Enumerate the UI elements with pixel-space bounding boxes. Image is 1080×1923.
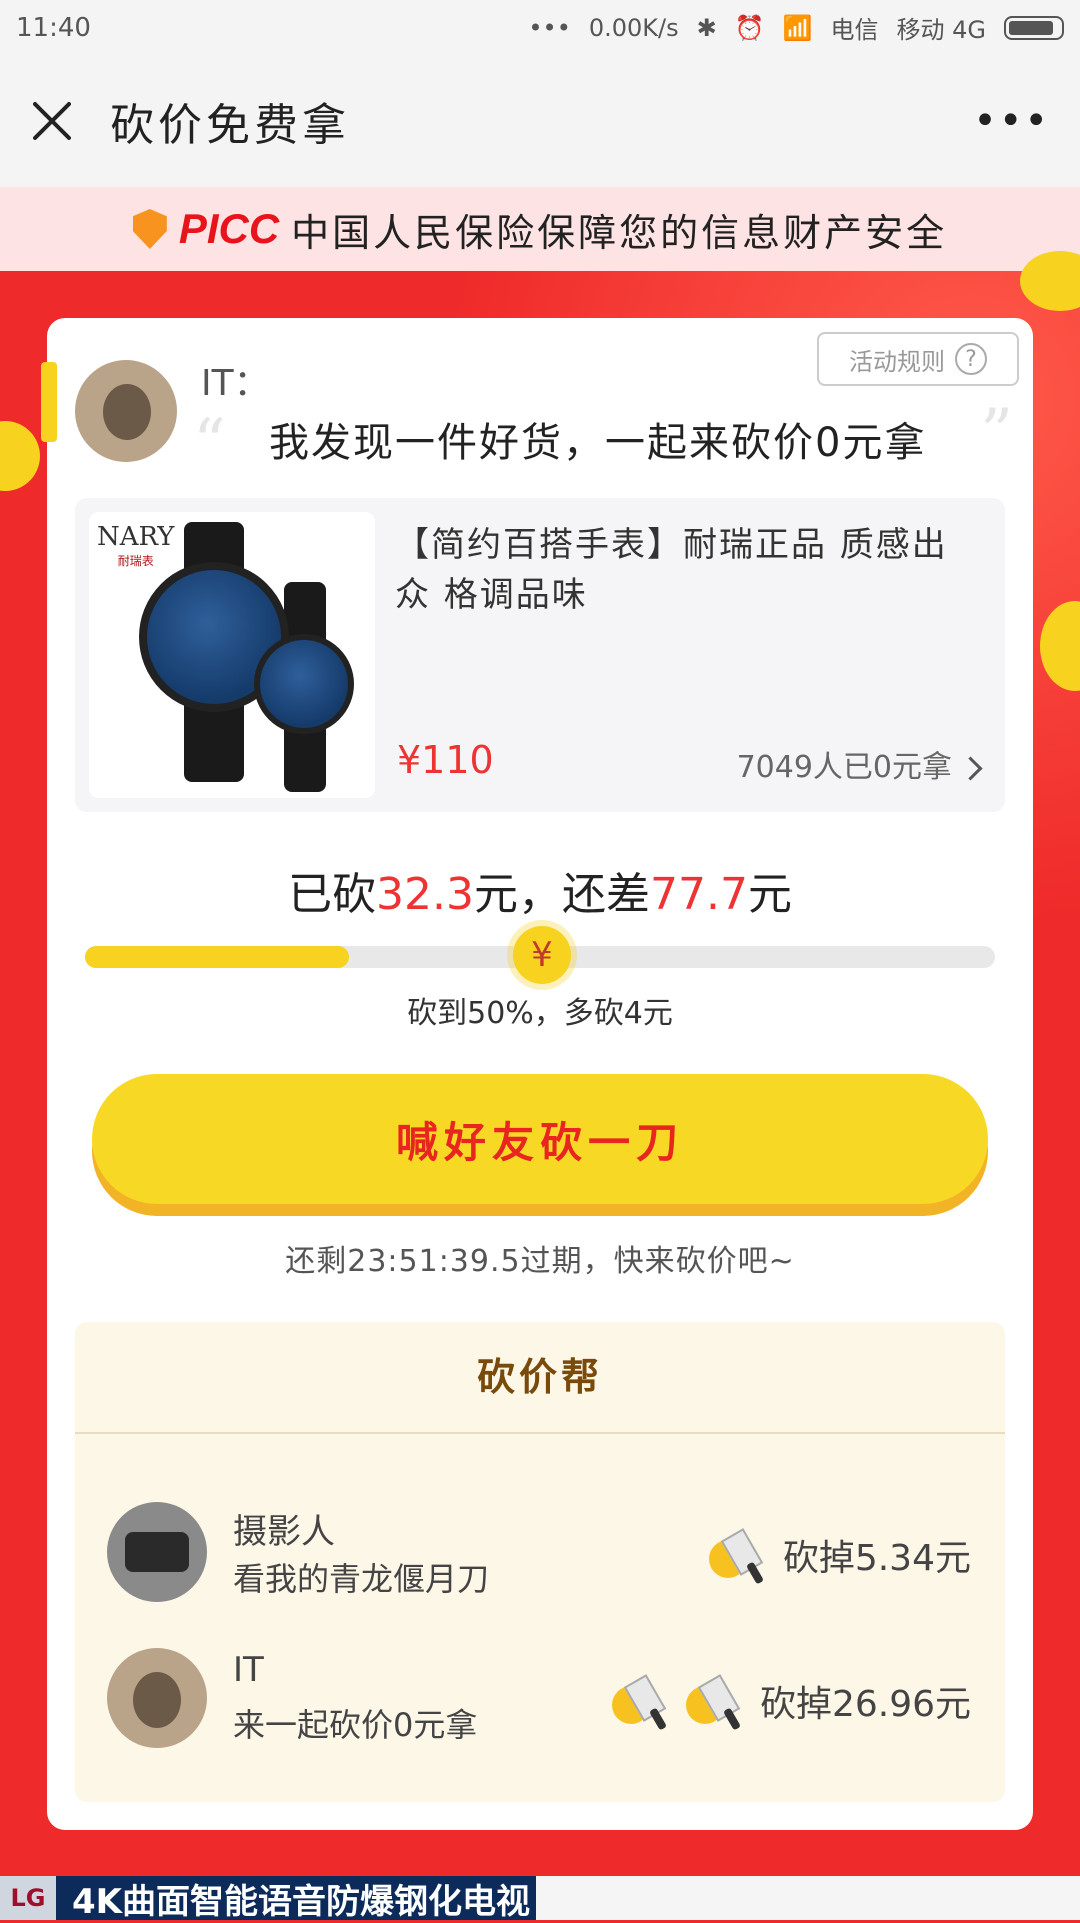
yen-milestone-icon: ¥: [513, 926, 571, 984]
shield-icon: [132, 209, 167, 249]
status-time: 11:40: [16, 12, 91, 43]
helper-amount-text: 砍掉5.34元: [782, 1538, 971, 1579]
ad-text: 4K曲面智能语音防爆钢化电视: [72, 1881, 531, 1922]
status-icons: ••• 0.00K/s ✱ ⏰ 📶 电信 移动 4G: [528, 10, 1064, 45]
helper-note: 看我的青龙偃月刀: [233, 1560, 490, 1598]
bargain-card: IT： 活动规则 ? “ 我发现一件好货，一起来砍价0元拿 ” NARY 耐瑞表…: [41, 318, 1033, 1830]
invite-friend-button[interactable]: 喊好友砍一刀: [92, 1074, 988, 1204]
progress-suffix: 元: [747, 869, 792, 920]
bottom-ad-banner[interactable]: LG 4K曲面智能语音防爆钢化电视: [0, 1876, 1080, 1922]
helpers-section: 砍价帮 摄影人 看我的青龙偃月刀 砍掉5.34元 IT 来一起砍价0元拿 砍掉2…: [75, 1322, 1005, 1802]
taken-count-link[interactable]: 7049人已0元拿: [736, 742, 983, 786]
card-side-tab: [41, 362, 57, 442]
list-item: 摄影人 看我的青龙偃月刀 砍掉5.34元: [75, 1494, 1005, 1614]
status-bar: 11:40 ••• 0.00K/s ✱ ⏰ 📶 电信 移动 4G: [0, 0, 1080, 55]
knife-coin-icon: [611, 1674, 676, 1731]
ad-image: [536, 1876, 1080, 1920]
picc-logo: PICC: [178, 205, 280, 252]
brand-sub: 耐瑞表: [117, 554, 154, 568]
milestone-text: 砍到50%，多砍4元: [407, 996, 673, 1031]
progress-fill: [85, 946, 349, 968]
ad-left: LG 4K曲面智能语音防爆钢化电视: [0, 1876, 536, 1922]
helper-amount: 砍掉26.96元: [611, 1674, 971, 1731]
countdown-text: 还剩23:51:39.5过期，快来砍价吧~: [285, 1244, 795, 1279]
helpers-title: 砍价帮: [476, 1355, 603, 1399]
coin-decoration-right: [1040, 601, 1080, 691]
knife-coin-icon: [685, 1674, 750, 1731]
helper-amount: 砍掉5.34元: [708, 1528, 971, 1585]
more-notifications-icon: •••: [528, 13, 571, 42]
chevron-right-icon: [958, 756, 983, 781]
product-card[interactable]: NARY 耐瑞表 【简约百搭手表】耐瑞正品 质感出众 格调品味 ¥110 704…: [75, 498, 1005, 812]
ad-brand-logo: LG: [0, 1876, 56, 1920]
progress-middle: 元，还差: [474, 869, 650, 920]
quote-open-icon: “: [193, 406, 226, 480]
helper-amount-text: 砍掉26.96元: [759, 1684, 971, 1725]
close-icon[interactable]: [30, 99, 74, 143]
share-message: 我发现一件好货，一起来砍价0元拿: [269, 420, 927, 466]
picc-banner[interactable]: PICC 中国人民保险保障您的信息财产安全: [0, 187, 1080, 271]
nav-bar: 砍价免费拿 •••: [0, 55, 1080, 187]
alarm-icon: ⏰: [734, 13, 765, 42]
avatar: [75, 360, 177, 462]
question-icon: ?: [955, 343, 987, 375]
rules-label: 活动规则: [849, 347, 945, 376]
rules-button[interactable]: 活动规则 ?: [817, 332, 1019, 386]
carrier-1: 电信: [830, 16, 879, 44]
product-image: NARY 耐瑞表: [89, 512, 375, 798]
product-title: 【简约百搭手表】耐瑞正品 质感出众 格调品味: [395, 525, 948, 615]
more-options-icon[interactable]: •••: [973, 98, 1050, 144]
cut-amount: 32.3: [376, 869, 474, 920]
brand-logo: NARY 耐瑞表: [97, 522, 174, 569]
sharer-username: IT：: [201, 363, 270, 404]
watch-face-small: [254, 634, 354, 734]
brand-name: NARY: [97, 522, 175, 552]
helper-name: 摄影人: [233, 1512, 335, 1552]
network-speed: 0.00K/s: [588, 13, 679, 42]
carrier-2: 移动 4G: [896, 16, 987, 44]
progress-summary: 已砍32.3元，还差77.7元: [47, 858, 1033, 922]
taken-count-text: 7049人已0元拿: [736, 750, 952, 785]
progress-prefix: 已砍: [288, 869, 377, 920]
bluetooth-icon: ✱: [696, 13, 717, 42]
wifi-icon: 📶: [782, 13, 813, 42]
avatar: [107, 1502, 207, 1602]
coin-decoration-left: [0, 421, 40, 491]
banner-text: 中国人民保险保障您的信息财产安全: [291, 210, 948, 255]
page-title: 砍价免费拿: [110, 100, 350, 151]
quote-close-icon: ”: [980, 396, 1013, 470]
battery-icon: [1004, 15, 1064, 40]
product-price: ¥110: [397, 738, 494, 782]
knife-coin-icon: [708, 1528, 773, 1585]
avatar: [107, 1648, 207, 1748]
divider: [75, 1432, 1005, 1434]
helper-note: 来一起砍价0元拿: [233, 1706, 478, 1744]
remaining-amount: 77.7: [650, 869, 748, 920]
helper-name: IT: [233, 1650, 264, 1690]
list-item: IT 来一起砍价0元拿 砍掉26.96元: [75, 1640, 1005, 1760]
